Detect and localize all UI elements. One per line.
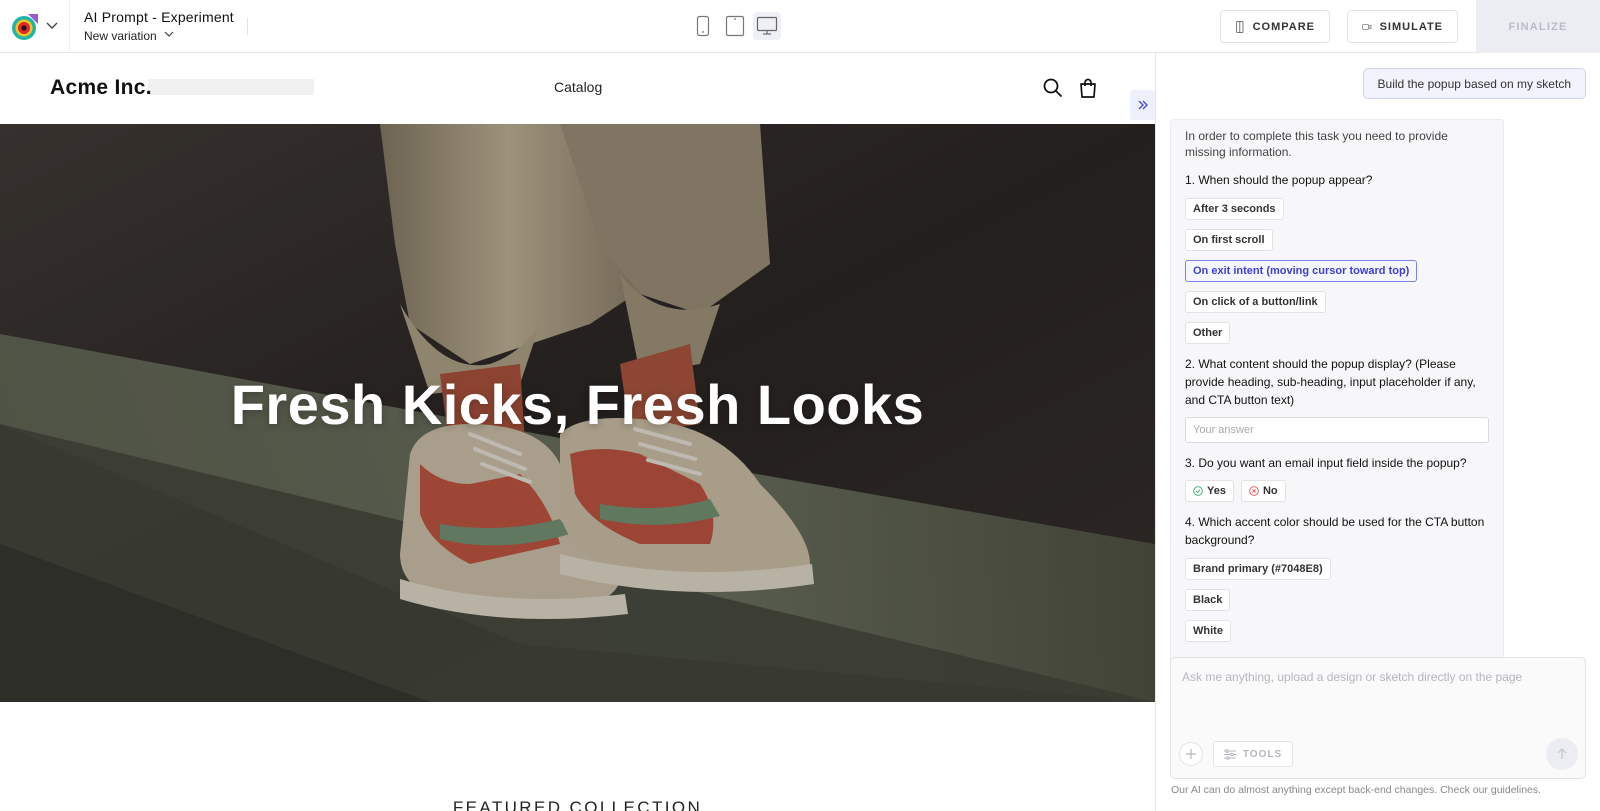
project-info: AI Prompt - Experiment New variation xyxy=(84,9,234,43)
site-header: Acme Inc. Catalog xyxy=(0,53,1155,124)
divider xyxy=(69,0,70,53)
tablet-icon xyxy=(725,15,745,37)
answer-input[interactable] xyxy=(1185,417,1489,443)
option-brand-primary[interactable]: Brand primary (#7048E8) xyxy=(1185,558,1331,580)
option-click-button[interactable]: On click of a button/link xyxy=(1185,291,1326,313)
question-4: 4. Which accent color should be used for… xyxy=(1185,515,1485,547)
ai-chat-panel: Build the popup based on my sketch In or… xyxy=(1155,53,1600,811)
plus-icon xyxy=(1186,749,1196,759)
option-other[interactable]: Other xyxy=(1185,322,1231,344)
double-chevron-right-icon xyxy=(1138,100,1148,110)
project-title: AI Prompt - Experiment xyxy=(84,9,234,25)
page-preview: Acme Inc. Catalog Fresh Kicks, Fresh Loo… xyxy=(0,53,1155,811)
no-option[interactable]: No xyxy=(1240,480,1286,502)
site-brand[interactable]: Acme Inc. xyxy=(50,76,152,100)
user-message: Build the popup based on my sketch xyxy=(1362,68,1586,99)
question-1: 1. When should the popup appear? xyxy=(1185,173,1373,187)
x-circle-icon xyxy=(1249,486,1259,496)
nav-link-catalog[interactable]: Catalog xyxy=(554,79,602,95)
mobile-icon xyxy=(696,15,710,37)
collapse-panel-button[interactable] xyxy=(1130,90,1155,120)
mobile-device-button[interactable] xyxy=(689,12,717,40)
compare-label: COMPARE xyxy=(1252,20,1315,33)
tools-button[interactable]: TOOLS xyxy=(1213,741,1293,767)
send-button[interactable] xyxy=(1546,738,1578,770)
top-bar: AI Prompt - Experiment New variation COM… xyxy=(0,0,1600,53)
question-2: 2. What content should the popup display… xyxy=(1185,357,1476,407)
tablet-device-button[interactable] xyxy=(721,12,749,40)
video-camera-icon xyxy=(1362,23,1372,30)
question-3: 3. Do you want an email input field insi… xyxy=(1185,456,1467,470)
ai-response-card: In order to complete this task you need … xyxy=(1170,119,1504,697)
yes-label: Yes xyxy=(1207,485,1226,497)
divider xyxy=(247,18,248,35)
option-after-3-seconds[interactable]: After 3 seconds xyxy=(1185,198,1284,220)
option-black[interactable]: Black xyxy=(1185,589,1231,611)
arrow-up-icon xyxy=(1557,748,1567,759)
yes-option[interactable]: Yes xyxy=(1185,480,1234,502)
search-icon[interactable] xyxy=(1042,77,1064,99)
featured-collection-heading: FEATURED COLLECTION xyxy=(452,798,703,811)
tools-label: TOOLS xyxy=(1242,748,1283,760)
finalize-button[interactable]: FINALIZE xyxy=(1476,0,1600,53)
ai-intro-text: In order to complete this task you need … xyxy=(1185,129,1448,159)
disclaimer-text: Our AI can do almost anything except bac… xyxy=(1171,784,1542,796)
simulate-button[interactable]: SIMULATE xyxy=(1347,10,1458,43)
add-attachment-button[interactable] xyxy=(1179,742,1203,766)
chevron-down-icon xyxy=(163,28,175,43)
compare-icon xyxy=(1236,20,1244,33)
variation-label: New variation xyxy=(84,28,157,43)
app-logo-icon[interactable] xyxy=(10,12,40,42)
option-white[interactable]: White xyxy=(1185,620,1231,642)
option-first-scroll[interactable]: On first scroll xyxy=(1185,229,1273,251)
hero-title: Fresh Kicks, Fresh Looks xyxy=(230,373,925,436)
sliders-icon xyxy=(1223,748,1236,760)
device-switcher xyxy=(689,12,781,40)
simulate-label: SIMULATE xyxy=(1379,20,1443,33)
no-label: No xyxy=(1262,485,1278,497)
chat-composer[interactable]: Ask me anything, upload a design or sket… xyxy=(1170,657,1586,779)
desktop-device-button[interactable] xyxy=(753,12,781,40)
shopping-bag-icon[interactable] xyxy=(1077,77,1099,99)
finalize-label: FINALIZE xyxy=(1508,20,1568,33)
composer-placeholder[interactable]: Ask me anything, upload a design or sket… xyxy=(1182,670,1522,684)
desktop-icon xyxy=(756,16,778,35)
variation-selector[interactable]: New variation xyxy=(84,28,234,43)
compare-button[interactable]: COMPARE xyxy=(1220,10,1330,43)
option-exit-intent[interactable]: On exit intent (moving cursor toward top… xyxy=(1185,260,1418,282)
check-circle-icon xyxy=(1193,486,1203,496)
brand-placeholder-bar xyxy=(148,79,314,95)
hero-banner: Fresh Kicks, Fresh Looks xyxy=(0,124,1155,702)
chevron-down-icon[interactable] xyxy=(44,17,60,33)
